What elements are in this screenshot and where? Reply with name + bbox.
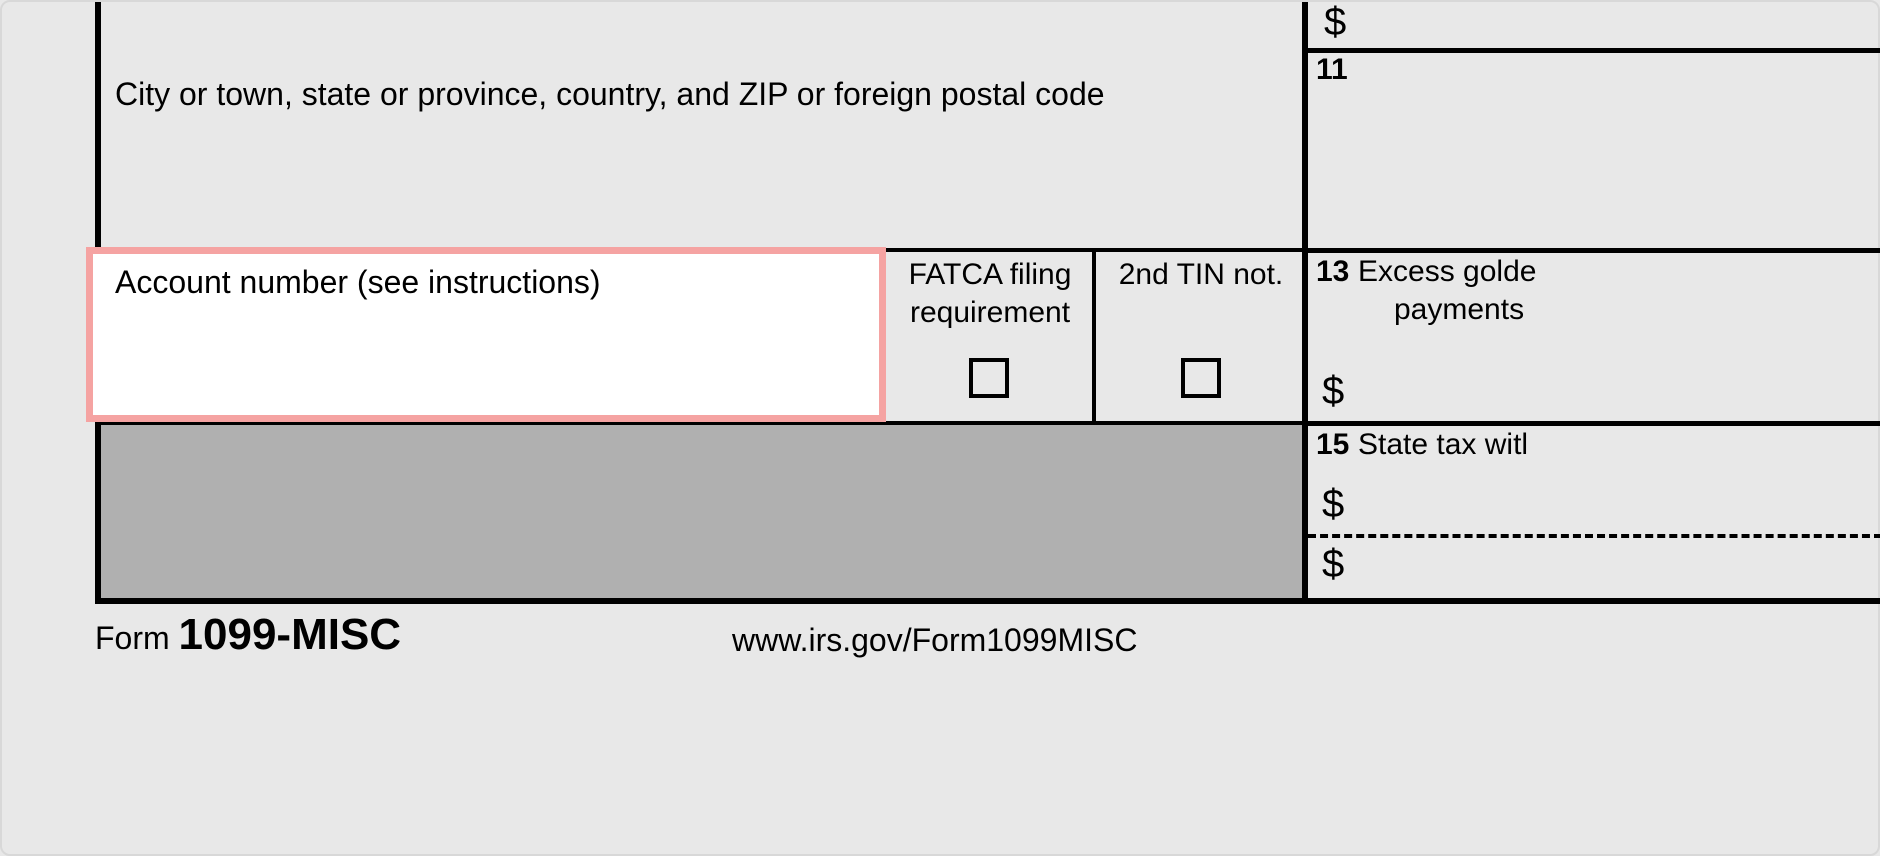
account-number-label: Account number (see instructions) (115, 264, 601, 301)
dollar-sign: $ (1322, 482, 1344, 527)
form-title: Form 1099-MISC (95, 610, 401, 660)
bottom-border (95, 598, 1880, 604)
second-tin-checkbox[interactable] (1181, 358, 1221, 398)
box-13-number: 13 (1316, 255, 1349, 289)
form-word: Form (95, 620, 179, 656)
box-15-state-tax-withheld[interactable]: 15 State tax witl $ (1308, 426, 1880, 534)
city-state-zip-field[interactable]: City or town, state or province, country… (101, 2, 1302, 248)
fatca-label-line2: requirement (890, 296, 1090, 330)
dashed-divider (1308, 534, 1880, 538)
dollar-sign: $ (1322, 542, 1344, 587)
city-label: City or town, state or province, country… (115, 76, 1105, 113)
second-tin-label: 2nd TIN not. (1100, 258, 1302, 292)
box-13-label-line1: Excess golde (1358, 255, 1536, 289)
box-13-label-line2: payments (1394, 293, 1524, 327)
dollar-sign: $ (1324, 0, 1346, 45)
second-tin-notice-field: 2nd TIN not. (1100, 252, 1302, 421)
form-url: www.irs.gov/Form1099MISC (732, 622, 1137, 659)
box-15-number: 15 (1316, 428, 1349, 462)
account-number-field[interactable]: Account number (see instructions) (86, 247, 886, 422)
form-code: 1099-MISC (179, 610, 402, 659)
fatca-label-line1: FATCA filing (890, 258, 1090, 292)
box-11-number: 11 (1316, 53, 1348, 87)
fatca-checkbox[interactable] (969, 358, 1009, 398)
dollar-sign: $ (1322, 369, 1344, 414)
box-11[interactable]: 11 (1312, 53, 1872, 248)
form-1099-misc-fragment: $ City or town, state or province, count… (0, 0, 1880, 856)
fatca-filing-requirement-field: FATCA filing requirement (886, 252, 1096, 421)
box-13-excess-golden-parachute[interactable]: 13 Excess golde payments $ (1308, 253, 1880, 421)
box-15-label: State tax witl (1358, 428, 1528, 462)
shaded-reserved-area (101, 425, 1302, 598)
